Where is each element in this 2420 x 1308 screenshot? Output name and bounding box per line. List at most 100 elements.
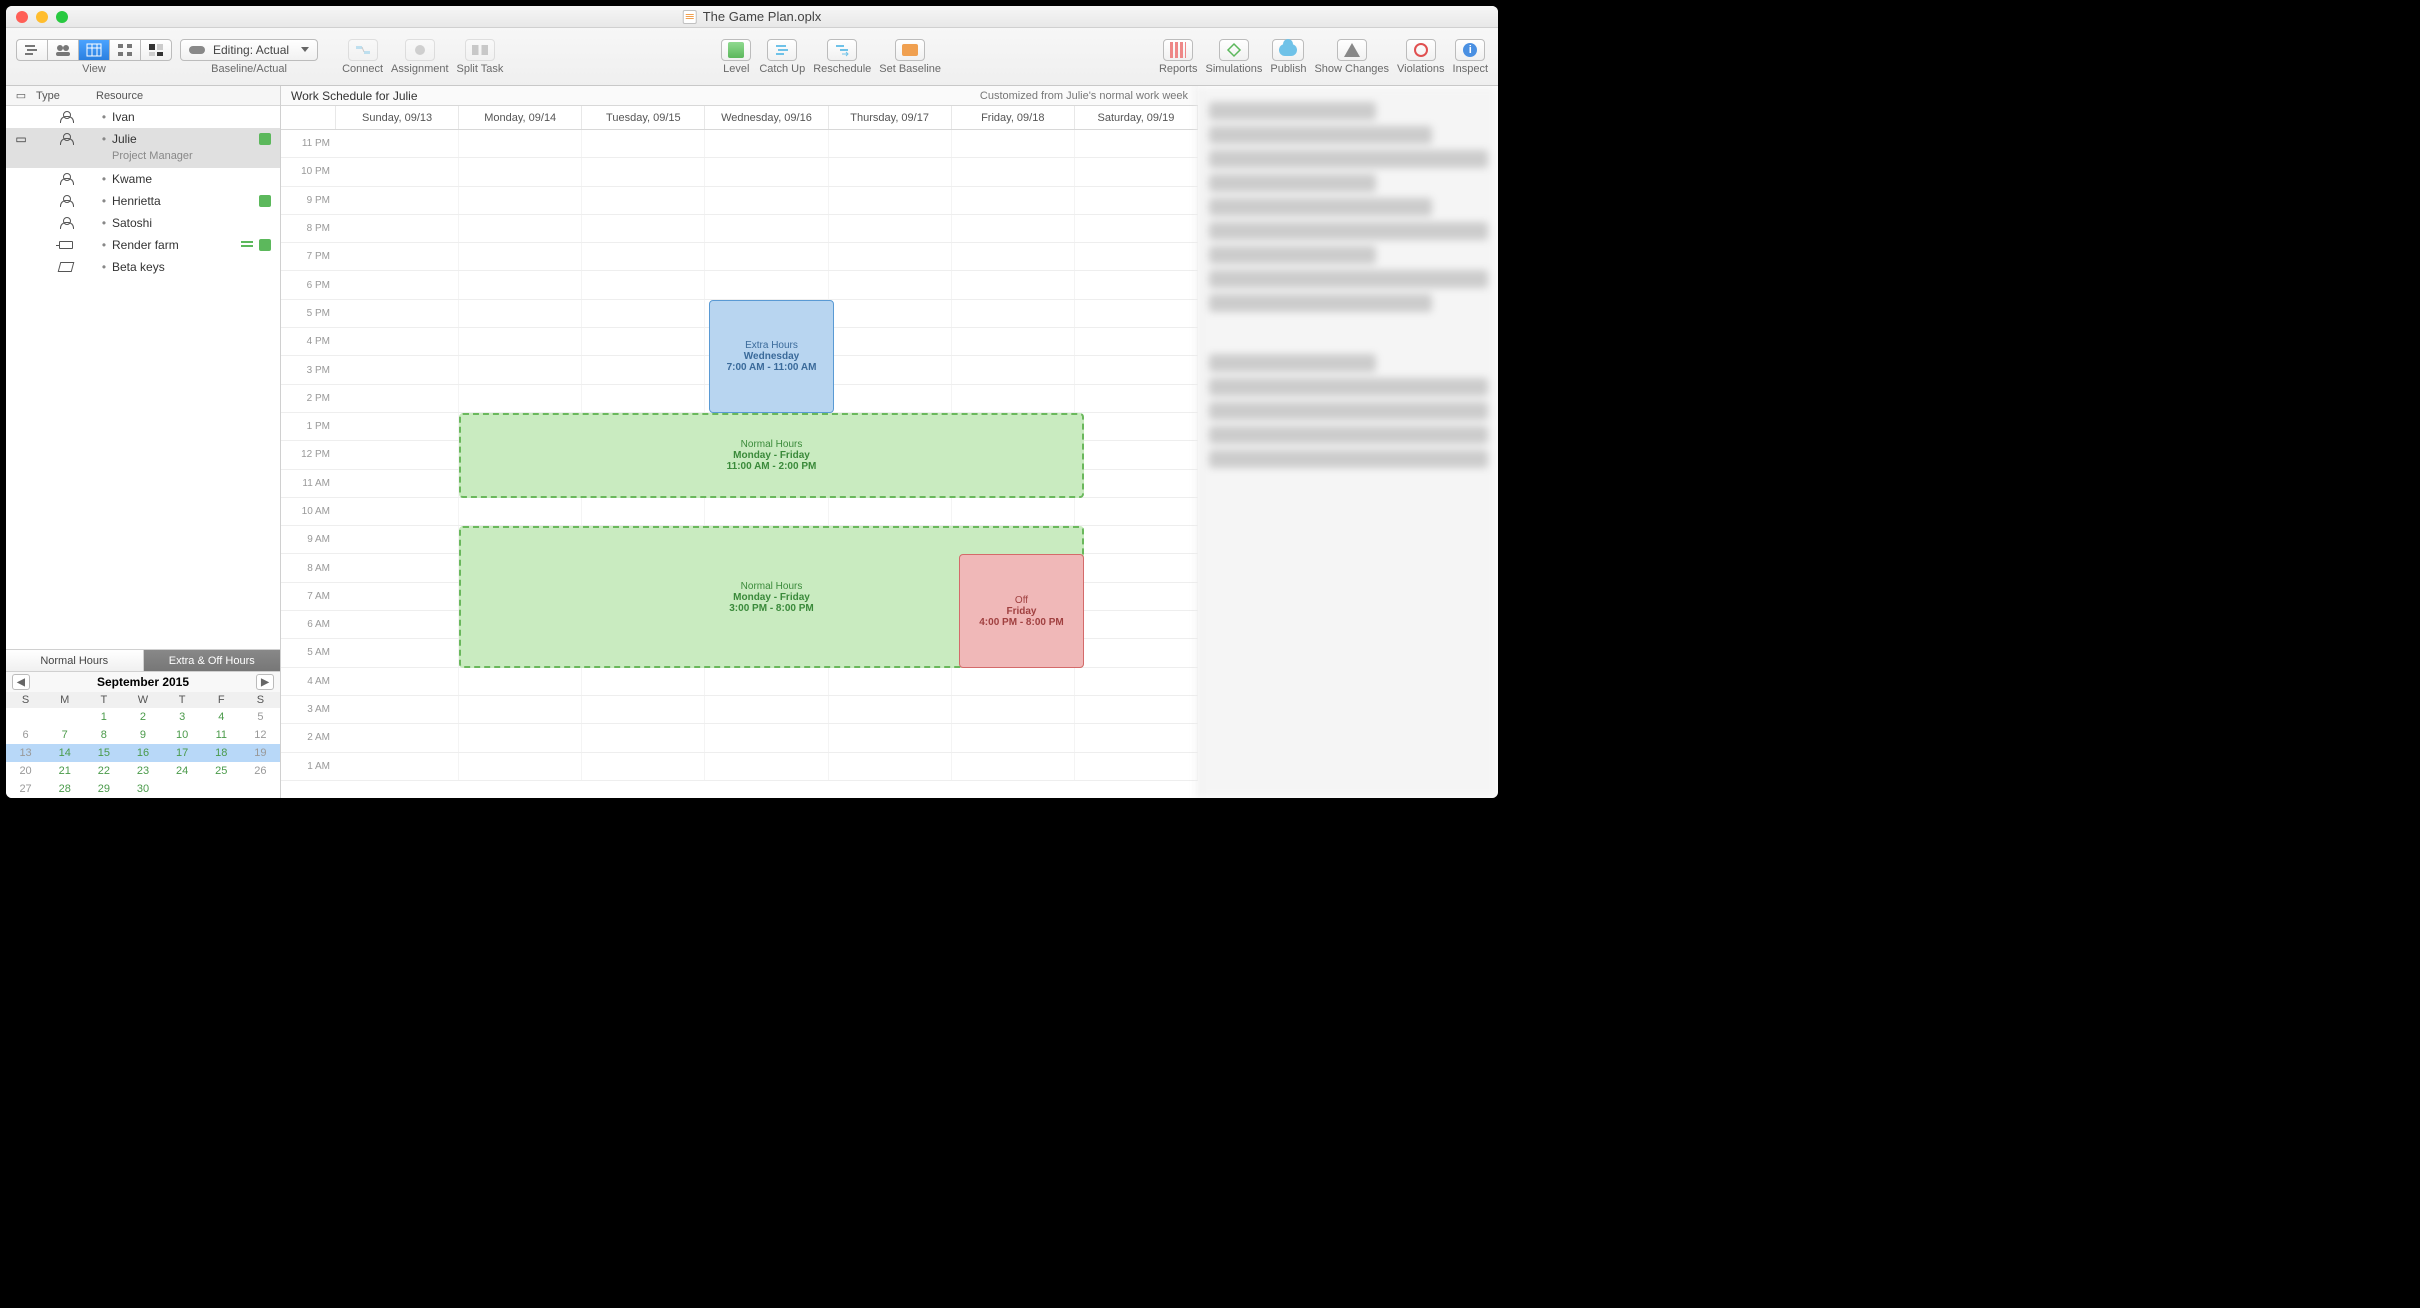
schedule-cell[interactable] bbox=[336, 328, 459, 355]
schedule-cell[interactable] bbox=[336, 130, 459, 157]
schedule-cell[interactable] bbox=[1075, 696, 1198, 723]
schedule-cell[interactable] bbox=[1075, 413, 1198, 440]
calendar-day[interactable]: 1 bbox=[84, 708, 123, 726]
schedule-cell[interactable] bbox=[459, 385, 582, 412]
resource-row[interactable]: •Ivan bbox=[6, 106, 280, 128]
schedule-cell[interactable] bbox=[1075, 385, 1198, 412]
calendar-day[interactable] bbox=[241, 780, 280, 798]
calendar-day[interactable]: 8 bbox=[84, 726, 123, 744]
schedule-cell[interactable] bbox=[1075, 328, 1198, 355]
view-calendar-button[interactable] bbox=[78, 39, 109, 61]
calendar-day[interactable]: 5 bbox=[241, 708, 280, 726]
schedule-cell[interactable] bbox=[705, 271, 828, 298]
schedule-cell[interactable] bbox=[952, 158, 1075, 185]
minimize-window-icon[interactable] bbox=[36, 11, 48, 23]
schedule-cell[interactable] bbox=[705, 753, 828, 780]
schedule-cell[interactable] bbox=[582, 356, 705, 383]
violations-button[interactable] bbox=[1406, 39, 1436, 61]
schedule-cell[interactable] bbox=[705, 130, 828, 157]
schedule-cell[interactable] bbox=[705, 668, 828, 695]
schedule-cell[interactable] bbox=[1075, 300, 1198, 327]
schedule-cell[interactable] bbox=[336, 441, 459, 468]
calendar-day[interactable]: 24 bbox=[163, 762, 202, 780]
schedule-cell[interactable] bbox=[336, 300, 459, 327]
schedule-cell[interactable] bbox=[336, 554, 459, 581]
split-task-button[interactable] bbox=[465, 39, 495, 61]
calendar-day[interactable] bbox=[6, 708, 45, 726]
calendar-day[interactable]: 3 bbox=[163, 708, 202, 726]
calendar-day[interactable]: 6 bbox=[6, 726, 45, 744]
schedule-cell[interactable] bbox=[336, 498, 459, 525]
schedule-cell[interactable] bbox=[829, 668, 952, 695]
normal-hours-block-1[interactable]: Normal Hours Monday - Friday 11:00 AM - … bbox=[459, 413, 1084, 498]
resource-row[interactable]: ▭•Julie bbox=[6, 128, 280, 150]
column-type[interactable]: Type bbox=[36, 90, 96, 102]
calendar-day[interactable]: 16 bbox=[123, 744, 162, 762]
schedule-cell[interactable] bbox=[459, 328, 582, 355]
schedule-cell[interactable] bbox=[1075, 526, 1198, 553]
schedule-cell[interactable] bbox=[1075, 639, 1198, 666]
calendar-day[interactable]: 25 bbox=[202, 762, 241, 780]
calendar-day[interactable]: 11 bbox=[202, 726, 241, 744]
schedule-cell[interactable] bbox=[336, 243, 459, 270]
schedule-cell[interactable] bbox=[1075, 441, 1198, 468]
schedule-cell[interactable] bbox=[459, 300, 582, 327]
extra-off-hours-tab[interactable]: Extra & Off Hours bbox=[144, 650, 281, 671]
view-gantt-button[interactable] bbox=[16, 39, 47, 61]
schedule-cell[interactable] bbox=[582, 130, 705, 157]
schedule-cell[interactable] bbox=[1075, 724, 1198, 751]
schedule-cell[interactable] bbox=[1075, 130, 1198, 157]
schedule-cell[interactable] bbox=[829, 243, 952, 270]
schedule-cell[interactable] bbox=[829, 498, 952, 525]
schedule-cell[interactable] bbox=[1075, 271, 1198, 298]
schedule-cell[interactable] bbox=[829, 385, 952, 412]
schedule-cell[interactable] bbox=[582, 753, 705, 780]
schedule-cell[interactable] bbox=[582, 668, 705, 695]
schedule-cell[interactable] bbox=[1075, 611, 1198, 638]
schedule-cell[interactable] bbox=[336, 526, 459, 553]
calendar-day[interactable]: 18 bbox=[202, 744, 241, 762]
schedule-cell[interactable] bbox=[336, 696, 459, 723]
calendar-day[interactable]: 14 bbox=[45, 744, 84, 762]
schedule-cell[interactable] bbox=[582, 300, 705, 327]
schedule-cell[interactable] bbox=[705, 158, 828, 185]
schedule-cell[interactable] bbox=[1075, 158, 1198, 185]
resource-row[interactable]: •Satoshi bbox=[6, 212, 280, 234]
baseline-actual-popup[interactable]: Editing: Actual bbox=[180, 39, 318, 61]
resource-row[interactable]: •Render farm bbox=[6, 234, 280, 256]
schedule-cell[interactable] bbox=[459, 243, 582, 270]
schedule-cell[interactable] bbox=[1075, 470, 1198, 497]
resource-row[interactable]: •Beta keys bbox=[6, 256, 280, 278]
schedule-cell[interactable] bbox=[336, 187, 459, 214]
schedule-cell[interactable] bbox=[952, 243, 1075, 270]
schedule-cell[interactable] bbox=[459, 724, 582, 751]
schedule-cell[interactable] bbox=[829, 753, 952, 780]
schedule-cell[interactable] bbox=[336, 668, 459, 695]
calendar-day[interactable]: 27 bbox=[6, 780, 45, 798]
schedule-cell[interactable] bbox=[459, 696, 582, 723]
schedule-cell[interactable] bbox=[952, 668, 1075, 695]
calendar-day[interactable]: 7 bbox=[45, 726, 84, 744]
schedule-cell[interactable] bbox=[829, 130, 952, 157]
schedule-cell[interactable] bbox=[952, 300, 1075, 327]
schedule-cell[interactable] bbox=[336, 724, 459, 751]
calendar-day[interactable]: 21 bbox=[45, 762, 84, 780]
schedule-cell[interactable] bbox=[336, 413, 459, 440]
schedule-cell[interactable] bbox=[1075, 243, 1198, 270]
schedule-cell[interactable] bbox=[336, 753, 459, 780]
schedule-cell[interactable] bbox=[829, 328, 952, 355]
schedule-cell[interactable] bbox=[336, 356, 459, 383]
reports-button[interactable] bbox=[1163, 39, 1193, 61]
schedule-cell[interactable] bbox=[336, 271, 459, 298]
schedule-cell[interactable] bbox=[582, 328, 705, 355]
calendar-day[interactable]: 20 bbox=[6, 762, 45, 780]
schedule-cell[interactable] bbox=[829, 271, 952, 298]
schedule-cell[interactable] bbox=[952, 498, 1075, 525]
schedule-cell[interactable] bbox=[705, 243, 828, 270]
schedule-cell[interactable] bbox=[1075, 753, 1198, 780]
schedule-cell[interactable] bbox=[829, 215, 952, 242]
schedule-cell[interactable] bbox=[336, 639, 459, 666]
close-window-icon[interactable] bbox=[16, 11, 28, 23]
assignment-button[interactable] bbox=[405, 39, 435, 61]
schedule-cell[interactable] bbox=[829, 356, 952, 383]
